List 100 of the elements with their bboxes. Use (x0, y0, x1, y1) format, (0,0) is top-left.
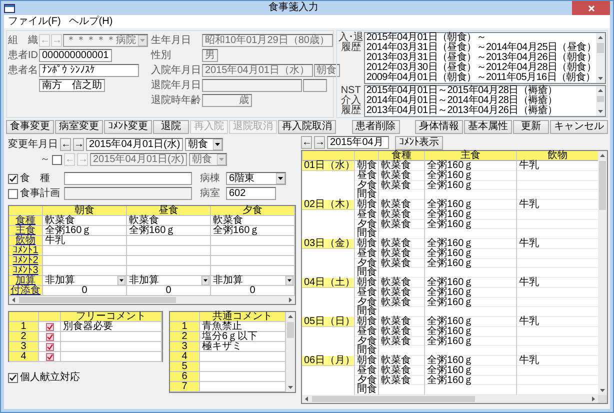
close-button[interactable] (572, 1, 610, 15)
history-item[interactable]: 2014年04月01日～2014年04月28日（褥瘡） (366, 96, 596, 106)
arrow-button[interactable]: ← (60, 138, 71, 151)
table-cell: 全粥160ｇ (424, 317, 516, 327)
addition-dropdown[interactable]: 非加算 (211, 276, 295, 286)
meal-dropdown[interactable]: 朝食 (185, 138, 224, 151)
action-button[interactable]: キャンセル (550, 120, 608, 134)
meal-dropdown[interactable]: 朝食 (189, 153, 228, 166)
action-button[interactable]: 患者削除 (352, 120, 400, 134)
row-header[interactable]: 主食 (9, 226, 43, 236)
checkbox[interactable] (8, 188, 18, 198)
range-label: ～ (40, 154, 50, 166)
birth-date-field: 昭和10年01月29日（80歳） (202, 34, 332, 47)
caret-icon[interactable] (285, 276, 294, 285)
arrow-button[interactable]: ← (301, 136, 312, 149)
history-list[interactable]: 2015年04月01日（朝食）～ 2014年03月31日（昼食）～2014年04月25日（昼食） 2013年03月31日（昼食）～2013年04月26日（朝食） 2012年03月30日（昼食）～2012年04月28日（朝食） 2009年04月01日（朝食）～2011年05月16日（朝食） (364, 32, 606, 84)
table-cell: 軟菜食 (127, 216, 211, 226)
organization-dropdown[interactable]: ＊＊＊＊＊病院 (63, 34, 148, 47)
history-item[interactable]: 2013年04月01日～2013年04月26日（褥瘡） (366, 106, 596, 116)
month-field[interactable]: 2015年04月 (327, 136, 389, 149)
caret-icon[interactable] (117, 276, 126, 285)
meal-cell: 間食 (354, 346, 378, 356)
header-cell (302, 151, 354, 161)
column-header: フリーコメント (61, 312, 162, 322)
checkbox-label: 食 種 (20, 172, 51, 184)
row-header[interactable]: ｺﾒﾝﾄ1 (9, 246, 43, 256)
table-cell: 軟菜食 (378, 298, 424, 308)
ward-dropdown[interactable]: 6階東 (226, 172, 286, 185)
window-icon (4, 4, 15, 12)
meal-plan-field[interactable] (64, 187, 192, 200)
action-button[interactable]: ｺﾒﾝﾄ変更 (104, 120, 152, 134)
meal-cell: 朝食 (354, 200, 378, 210)
header-cell (9, 206, 43, 216)
history-item[interactable]: 2013年03月31日（昼食）～2013年04月26日（朝食） (366, 53, 596, 63)
date-cell: 05日（日） (302, 317, 354, 327)
date-field[interactable]: 2015年04月01日(水) (86, 138, 184, 151)
checkbox[interactable] (8, 174, 18, 184)
checkmark-icon (46, 322, 54, 330)
date-field[interactable]: 2015年04月01日(水) (90, 153, 188, 166)
addition-dropdown[interactable]: 非加算 (127, 276, 211, 286)
field-label: 入院年月日 (151, 64, 201, 76)
arrow-button[interactable]: → (73, 138, 84, 151)
meal-cell: 昼食 (354, 170, 378, 180)
field-label: 組 織 (8, 34, 38, 46)
menu-item[interactable]: ヘルプ(H) (64, 15, 117, 28)
history-list[interactable]: 2015年04月01日～2015年04月28日（褥瘡） 2014年04月01日～2014年04月28日（褥瘡） 2013年04月01日～2013年04月26日（褥瘡） (364, 85, 606, 117)
addition-dropdown[interactable]: 非加算 (43, 276, 127, 286)
row-header[interactable]: ｺﾒﾝﾄ3 (9, 266, 43, 276)
action-button[interactable]: 更新 (513, 120, 549, 134)
checkbox[interactable] (8, 373, 18, 383)
field-label: 退院年月日 (151, 80, 201, 92)
action-button[interactable]: 退院 (153, 120, 189, 134)
diet-field[interactable] (64, 172, 192, 185)
action-button[interactable]: 病室変更 (55, 120, 103, 134)
caret-icon[interactable] (201, 276, 210, 285)
table-cell: 全粥160ｇ (424, 326, 516, 336)
row-header[interactable]: ｺﾒﾝﾄ2 (9, 256, 43, 266)
table-cell: 軟菜食 (378, 200, 424, 210)
patient-id-field[interactable]: 000000000001 (39, 49, 112, 62)
meal-cell: 昼食 (354, 326, 378, 336)
action-button[interactable]: 食事変更 (6, 120, 54, 134)
history-label: NST介入 履歴 (340, 85, 362, 117)
row-number: 3 (170, 342, 200, 352)
room-field[interactable]: 602 (226, 187, 276, 200)
meal-cell: 朝食 (354, 278, 378, 288)
meal-cell: 朝食 (354, 317, 378, 327)
history-item[interactable]: 2009年04月01日（朝食）～2011年05月16日（朝食） (366, 73, 596, 83)
menu-item[interactable]: ファイル(F) (4, 15, 65, 28)
caret-icon[interactable] (213, 139, 222, 150)
patient-name-field[interactable]: 南方 信之助 (39, 79, 105, 92)
history-item[interactable]: 2015年04月01日（朝食）～ (366, 33, 596, 43)
row-number: 7 (170, 382, 200, 392)
row-number: 1 (170, 322, 200, 332)
action-button[interactable]: 再入院取消 (278, 120, 336, 134)
arrow-button[interactable]: → (314, 136, 325, 149)
row-header[interactable]: 加算 (9, 276, 43, 286)
table-cell: 軟菜食 (43, 216, 127, 226)
caret-icon[interactable] (276, 173, 285, 184)
action-button[interactable]: 身体情報 (415, 120, 463, 134)
table-cell: 全粥160ｇ (424, 336, 516, 346)
history-label: 入･退 履歴 (338, 32, 364, 55)
row-header[interactable]: 飲物 (9, 236, 43, 246)
row-header[interactable]: 食種 (9, 216, 43, 226)
action-button[interactable]: 基本属性 (464, 120, 512, 134)
date-cell: 01日（水） (302, 161, 354, 171)
history-item[interactable]: 2012年03月30日（昼食）～2012年04月28日（朝食） (366, 63, 596, 73)
history-item[interactable]: 2014年03月31日（昼食）～2014年04月25日（昼食） (366, 43, 596, 53)
row-header[interactable]: 付添食 (9, 286, 43, 296)
table-cell: 軟菜食 (378, 317, 424, 327)
meal-cell: 昼食 (354, 366, 378, 376)
kana-name-field[interactable]: ﾅﾝﾎﾟｳ ｼﾝﾉｽｹ (39, 64, 139, 77)
meal-cell: 昼食 (354, 288, 378, 298)
table-cell: 軟菜食 (378, 161, 424, 171)
comment-display-button[interactable]: ｺﾒﾝﾄ表示 (395, 136, 443, 150)
table-cell: 軟菜食 (378, 376, 424, 386)
table-cell: 軟菜食 (378, 366, 424, 376)
checkbox[interactable] (52, 154, 62, 164)
history-item[interactable]: 2015年04月01日～2015年04月28日（褥瘡） (366, 86, 596, 96)
table-cell: 全粥160ｇ (424, 258, 516, 268)
meal-cell: 昼食 (354, 210, 378, 220)
